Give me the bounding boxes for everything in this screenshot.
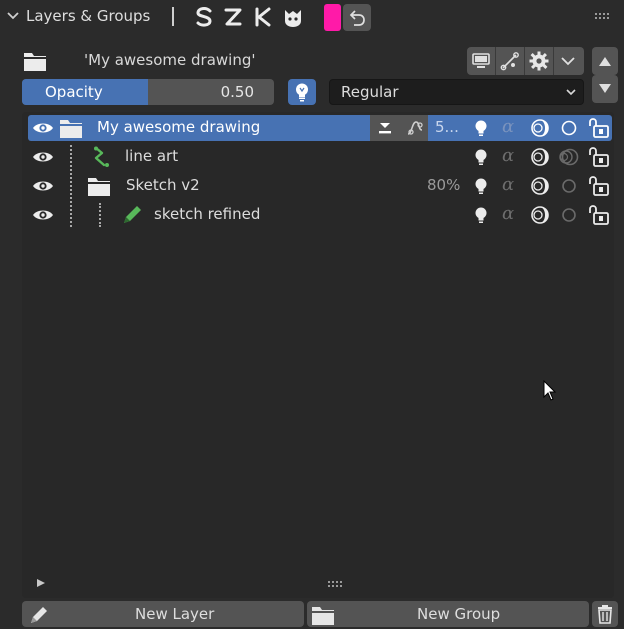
stroke-curve-icon (407, 121, 423, 135)
onion-skin-icon[interactable] (530, 118, 550, 138)
trash-icon (598, 605, 612, 624)
panel-header[interactable]: Layers & Groups (0, 0, 624, 34)
alpha-lock-icon[interactable]: α (502, 145, 514, 166)
new-layer-label: New Layer (135, 605, 215, 623)
monitor-icon[interactable] (471, 52, 491, 70)
onion-skin-icon[interactable] (530, 147, 550, 167)
triangle-down-icon (599, 84, 611, 93)
unlock-icon[interactable] (586, 204, 610, 226)
folder-icon (24, 53, 46, 71)
curve-s-icon[interactable] (192, 5, 216, 29)
new-group-label: New Group (417, 605, 501, 623)
delete-button[interactable] (592, 601, 618, 627)
bone-icon[interactable] (500, 51, 520, 71)
divider (172, 7, 174, 26)
pencil-icon (124, 206, 141, 223)
layer-row[interactable]: My awesome drawing 5... α (28, 115, 612, 141)
stroke-icon (94, 146, 109, 167)
undo-icon (349, 10, 365, 26)
resize-grip-icon[interactable] (327, 580, 343, 588)
chevron-down-icon (566, 89, 576, 96)
folder-icon (60, 120, 82, 138)
object-name: 'My awesome drawing' (84, 51, 256, 69)
eye-icon[interactable] (32, 207, 54, 223)
light-bulb-icon[interactable] (472, 206, 490, 224)
opacity-value: 0.50 (220, 83, 254, 101)
light-bulb-icon (296, 83, 308, 102)
undo-button[interactable] (343, 4, 371, 31)
creature-icon[interactable] (281, 5, 305, 29)
layer-row[interactable]: line art α (28, 144, 612, 170)
light-bulb-icon[interactable] (472, 119, 490, 137)
move-down-button[interactable] (592, 75, 618, 103)
opacity-label: Opacity (45, 83, 103, 101)
unlock-icon[interactable] (586, 175, 610, 197)
mask-icon[interactable] (561, 178, 577, 194)
stroke-modifier-button[interactable] (400, 115, 428, 141)
unlock-icon[interactable] (586, 146, 610, 168)
curve-z-icon[interactable] (221, 5, 245, 29)
onion-skin-icon[interactable] (530, 205, 550, 225)
new-group-button[interactable]: New Group (307, 601, 589, 627)
mask-icon[interactable] (561, 207, 577, 223)
alpha-lock-icon[interactable]: α (502, 203, 514, 224)
mask-icon[interactable] (560, 119, 578, 137)
mouse-cursor-icon (543, 380, 557, 401)
opacity-slider[interactable]: Opacity 0.50 (22, 79, 274, 105)
light-bulb-icon[interactable] (472, 177, 490, 195)
blend-mode-select[interactable]: Regular (329, 79, 584, 105)
eye-icon[interactable] (32, 149, 54, 165)
blend-mode-value: Regular (341, 83, 399, 101)
layer-opacity-percent: 80% (427, 176, 461, 194)
curve-k-icon[interactable] (251, 5, 275, 29)
layer-row[interactable]: sketch refined α (28, 202, 612, 228)
folder-icon (312, 607, 334, 625)
color-swatch[interactable] (324, 4, 341, 31)
panel-title: Layers & Groups (26, 7, 151, 25)
masks-stack-icon[interactable] (558, 147, 580, 167)
layer-name[interactable]: My awesome drawing (97, 118, 260, 136)
unlock-icon[interactable] (586, 117, 610, 139)
layer-name[interactable]: Sketch v2 (126, 176, 200, 194)
eye-icon[interactable] (32, 178, 54, 194)
layer-name[interactable]: line art (125, 147, 178, 165)
gear-icon[interactable] (528, 50, 550, 72)
triangle-up-icon (599, 57, 611, 66)
use-lights-toggle[interactable] (288, 79, 316, 105)
alpha-lock-icon[interactable]: α (502, 116, 514, 137)
chevron-down-icon[interactable] (559, 54, 577, 68)
folder-icon (88, 178, 110, 196)
pencil-icon (31, 607, 47, 623)
chevron-down-icon[interactable] (6, 9, 20, 23)
eye-icon[interactable] (32, 120, 54, 136)
expand-arrow-icon[interactable] (37, 579, 45, 587)
merge-down-icon (379, 123, 391, 134)
merge-down-button[interactable] (370, 115, 400, 141)
alpha-lock-icon[interactable]: α (502, 174, 514, 195)
new-layer-button[interactable]: New Layer (22, 601, 304, 627)
light-bulb-icon[interactable] (472, 148, 490, 166)
onion-skin-icon[interactable] (530, 176, 550, 196)
layer-opacity-percent: 5... (435, 118, 459, 136)
drag-grip-icon[interactable] (594, 12, 610, 20)
object-options-group (467, 47, 584, 75)
layer-name[interactable]: sketch refined (154, 205, 260, 223)
move-up-button[interactable] (592, 47, 618, 75)
layer-row[interactable]: Sketch v2 80% α (28, 173, 612, 199)
